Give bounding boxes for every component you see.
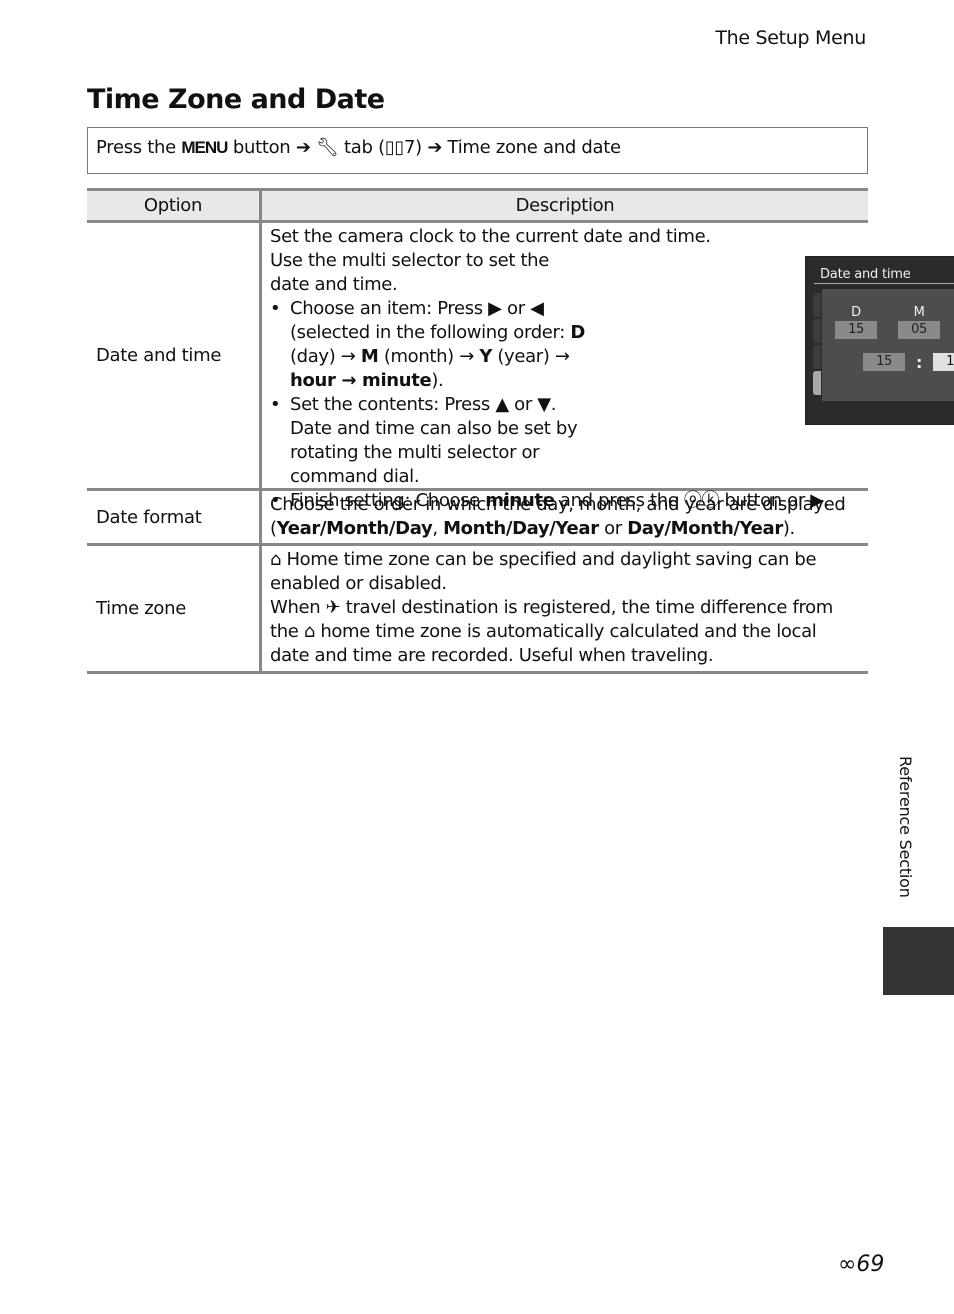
header-option: Option — [87, 191, 262, 220]
table-row: Time zone ⌂ Home time zone can be specif… — [87, 546, 868, 674]
section-tab-marker — [883, 927, 954, 995]
arrow-icon: ➔ — [427, 137, 443, 158]
page-number: ∞69 — [838, 1252, 885, 1277]
option-description: Set the camera clock to the current date… — [262, 223, 954, 511]
camera-screen-illustration: Date and time D M Y 15 05 2013 15 : 10 ⊕… — [805, 256, 954, 425]
option-label: Time zone — [87, 546, 262, 671]
option-label: Date format — [87, 491, 262, 543]
book-icon: ▯▯ — [384, 137, 405, 158]
option-label: Date and time — [87, 223, 262, 488]
table-row: Date and time Set the camera clock to th… — [87, 223, 954, 511]
hour-field: 15 — [863, 353, 905, 371]
header-description: Description — [515, 194, 615, 216]
section-header: The Setup Menu — [715, 27, 866, 49]
table-header: Option Description — [87, 188, 868, 223]
arrow-icon: ➔ — [295, 137, 311, 158]
month-field: 05 — [898, 321, 940, 339]
airplane-icon: ✈ — [325, 597, 341, 618]
home-icon: ⌂ — [303, 621, 315, 642]
day-field: 15 — [835, 321, 877, 339]
wrench-icon: 🔧︎ — [316, 137, 339, 158]
minute-field: 10 — [933, 353, 954, 371]
option-description: ⌂ Home time zone can be specified and da… — [270, 549, 833, 666]
home-icon: ⌂ — [270, 549, 282, 570]
options-table: Option Description Date and time Set the… — [87, 188, 954, 674]
page-title: Time Zone and Date — [87, 84, 385, 115]
binoculars-icon: ∞ — [838, 1252, 857, 1277]
menu-button-label: MENU — [181, 138, 228, 157]
menu-path: Press the MENU button ➔ 🔧︎ tab (▯▯7) ➔ T… — [87, 127, 868, 174]
side-tab-label: Reference Section — [896, 756, 915, 898]
